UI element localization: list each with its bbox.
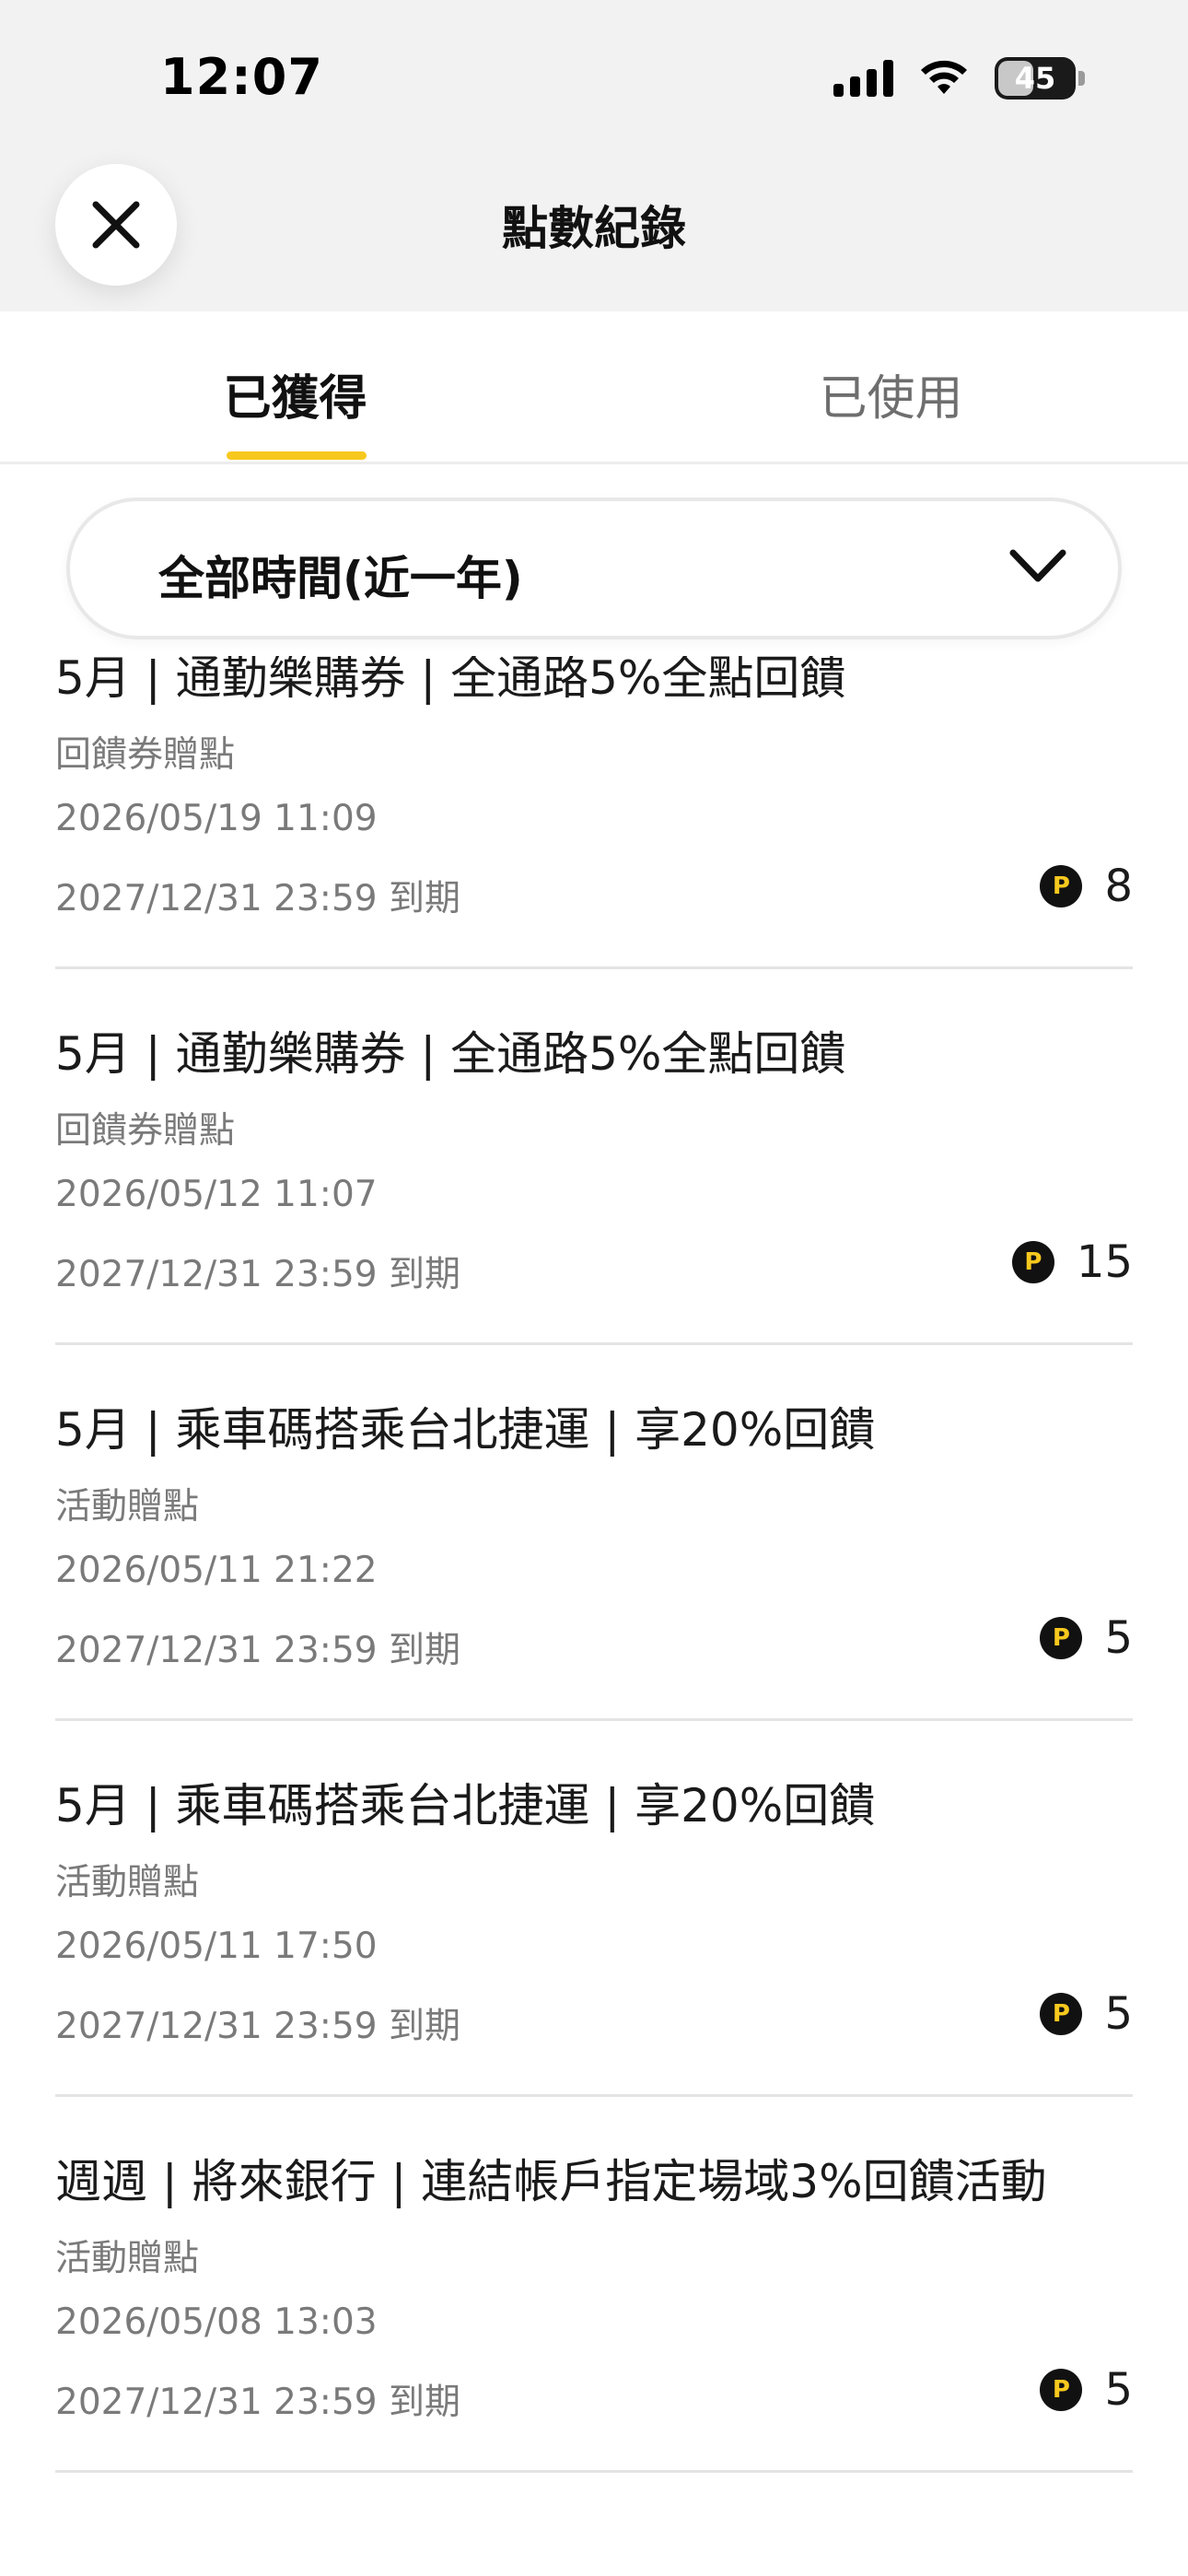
record-title: 5月 | 通勤樂購券 | 全通路5%全點回饋 xyxy=(55,1027,846,1081)
list-item[interactable]: 週週 | 將來銀行 | 連結帳戶指定場域3%回饋活動 活動贈點 2026/05/… xyxy=(55,2097,1133,2473)
record-points: P 8 xyxy=(1040,861,1133,912)
battery-cap xyxy=(1078,71,1085,86)
point-coin-icon: P xyxy=(1011,1241,1054,1283)
tab-earned[interactable]: 已獲得 xyxy=(0,359,592,428)
list-item[interactable]: 5月 | 通勤樂購券 | 全通路5%全點回饋 回饋券贈點 2026/05/19 … xyxy=(55,656,1133,969)
record-expiry: 2027/12/31 23:59 到期 xyxy=(55,1630,460,1671)
point-coin-icon: P xyxy=(1040,1617,1083,1659)
wifi-icon xyxy=(921,60,967,94)
status-icons: 45 xyxy=(833,57,1085,100)
record-points: P 5 xyxy=(1040,1988,1133,2040)
record-type: 回饋券贈點 xyxy=(55,1110,236,1152)
record-type: 活動贈點 xyxy=(55,2238,200,2279)
record-points: P 5 xyxy=(1040,1612,1133,1664)
point-coin-letter: P xyxy=(1052,1624,1070,1652)
points-value: 5 xyxy=(1104,1988,1133,2040)
points-record-list[interactable]: 5月 | 通勤樂購券 | 全通路5%全點回饋 回饋券贈點 2026/05/19 … xyxy=(0,656,1188,2576)
list-item[interactable]: 5月 | 通勤樂購券 | 全通路5%全點回饋 回饋券贈點 2026/05/12 … xyxy=(55,969,1133,1345)
record-expiry: 2027/12/31 23:59 到期 xyxy=(55,878,460,919)
record-title: 週週 | 將來銀行 | 連結帳戶指定場域3%回饋活動 xyxy=(55,2155,1047,2208)
record-expiry: 2027/12/31 23:59 到期 xyxy=(55,2382,460,2423)
record-date: 2026/05/11 21:22 xyxy=(55,1550,378,1591)
active-tab-indicator xyxy=(227,451,367,460)
point-coin-letter: P xyxy=(1052,2376,1070,2404)
time-range-label: 全部時間(近一年) xyxy=(158,552,523,605)
points-value: 8 xyxy=(1104,861,1133,912)
time-range-dropdown[interactable]: 全部時間(近一年) xyxy=(66,498,1122,639)
points-value: 5 xyxy=(1104,1612,1133,1664)
tab-bar: 已獲得 已使用 xyxy=(0,311,1188,464)
point-coin-icon: P xyxy=(1040,865,1083,907)
status-time: 12:07 xyxy=(160,48,323,106)
record-date: 2026/05/11 17:50 xyxy=(55,1926,378,1967)
record-type: 活動贈點 xyxy=(55,1862,200,1903)
battery-icon: 45 xyxy=(995,57,1085,100)
cellular-signal-icon xyxy=(833,60,893,97)
record-type: 活動贈點 xyxy=(55,1486,200,1528)
record-title: 5月 | 通勤樂購券 | 全通路5%全點回饋 xyxy=(55,656,846,705)
record-date: 2026/05/19 11:09 xyxy=(55,798,378,839)
page-title: 點數紀錄 xyxy=(502,202,686,255)
point-coin-icon: P xyxy=(1040,1993,1083,2035)
record-type: 回饋券贈點 xyxy=(55,734,236,776)
record-expiry: 2027/12/31 23:59 到期 xyxy=(55,1254,460,1295)
chevron-down-icon xyxy=(1009,549,1066,582)
list-item[interactable]: 5月 | 乘車碼搭乘台北捷運 | 享20%回饋 活動贈點 2026/05/11 … xyxy=(55,1721,1133,2097)
record-date: 2026/05/12 11:07 xyxy=(55,1174,378,1215)
record-points: P 15 xyxy=(1011,1236,1133,1288)
points-value: 15 xyxy=(1076,1236,1133,1288)
points-record-list-content: 5月 | 通勤樂購券 | 全通路5%全點回饋 回饋券贈點 2026/05/19 … xyxy=(0,656,1188,2473)
battery-percentage: 45 xyxy=(1014,61,1056,96)
points-value: 5 xyxy=(1104,2364,1133,2416)
record-title: 5月 | 乘車碼搭乘台北捷運 | 享20%回饋 xyxy=(55,1779,876,1832)
point-coin-icon: P xyxy=(1040,2369,1083,2411)
list-item[interactable]: 5月 | 乘車碼搭乘台北捷運 | 享20%回饋 活動贈點 2026/05/11 … xyxy=(55,1345,1133,1721)
point-coin-letter: P xyxy=(1052,872,1070,900)
point-coin-letter: P xyxy=(1052,2000,1070,2028)
tab-used[interactable]: 已使用 xyxy=(594,359,1188,428)
record-expiry: 2027/12/31 23:59 到期 xyxy=(55,2006,460,2047)
record-date: 2026/05/08 13:03 xyxy=(55,2301,378,2343)
record-points: P 5 xyxy=(1040,2364,1133,2416)
record-title: 5月 | 乘車碼搭乘台北捷運 | 享20%回饋 xyxy=(55,1403,876,1457)
battery-body: 45 xyxy=(995,57,1076,100)
point-coin-letter: P xyxy=(1024,1248,1042,1276)
status-bar: 12:07 45 xyxy=(0,0,1188,157)
